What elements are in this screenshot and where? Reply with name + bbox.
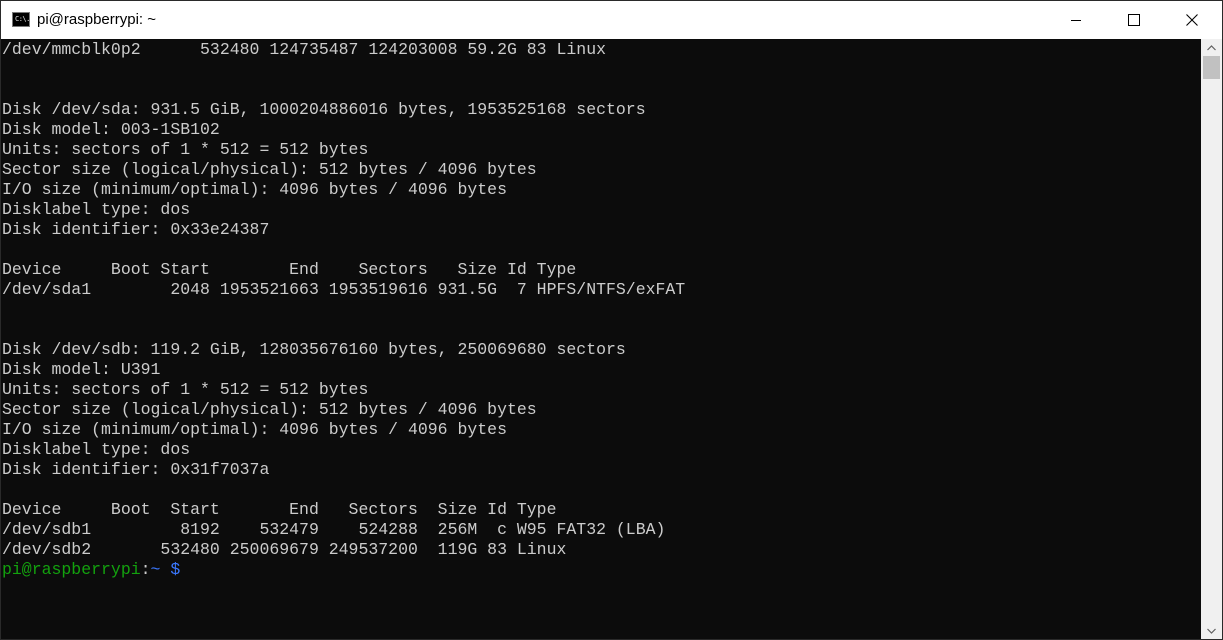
terminal-line: Device Boot Start End Sectors Size Id Ty…	[2, 260, 577, 279]
terminal-line: Units: sectors of 1 * 512 = 512 bytes	[2, 380, 369, 399]
prompt-separator: :	[140, 560, 151, 579]
console-app-icon-glyph: C:\.	[15, 15, 30, 23]
terminal-window: C:\. pi@raspberrypi: ~ /dev/mmcblk0p2 53…	[0, 0, 1223, 640]
terminal-line: I/O size (minimum/optimal): 4096 bytes /…	[2, 180, 507, 199]
terminal-output-area[interactable]: /dev/mmcblk0p2 532480 124735487 12420300…	[1, 39, 1201, 639]
terminal-line: Disklabel type: dos	[2, 200, 191, 219]
close-icon	[1186, 14, 1198, 26]
terminal-line: /dev/sdb1 8192 532479 524288 256M c W95 …	[2, 520, 666, 539]
window-title: pi@raspberrypi: ~	[37, 11, 157, 28]
scroll-track[interactable]	[1201, 56, 1222, 622]
minimize-icon	[1071, 20, 1081, 21]
terminal-line: Disk /dev/sdb: 119.2 GiB, 128035676160 b…	[2, 340, 626, 359]
terminal-line: I/O size (minimum/optimal): 4096 bytes /…	[2, 420, 507, 439]
terminal-line: Disklabel type: dos	[2, 440, 191, 459]
terminal-lines: /dev/mmcblk0p2 532480 124735487 12420300…	[2, 40, 685, 580]
prompt-gap	[160, 560, 170, 579]
maximize-icon	[1128, 14, 1140, 26]
close-button[interactable]	[1163, 1, 1221, 39]
prompt-user-host: pi@raspberrypi	[2, 560, 141, 579]
terminal-line: Device Boot Start End Sectors Size Id Ty…	[2, 500, 557, 519]
minimize-button[interactable]	[1047, 1, 1105, 39]
terminal-line: Disk model: 003-1SB102	[2, 120, 220, 139]
prompt-symbol: $	[170, 560, 181, 579]
scroll-thumb[interactable]	[1203, 56, 1220, 79]
terminal-line: /dev/mmcblk0p2 532480 124735487 12420300…	[2, 40, 606, 59]
scroll-down-button[interactable]	[1201, 622, 1222, 639]
scroll-up-arrow-icon	[1207, 44, 1216, 50]
console-app-icon[interactable]: C:\.	[12, 12, 30, 27]
scroll-up-button[interactable]	[1201, 39, 1222, 56]
terminal-line: Sector size (logical/physical): 512 byte…	[2, 160, 537, 179]
maximize-button[interactable]	[1105, 1, 1163, 39]
terminal-line: Disk model: U391	[2, 360, 161, 379]
terminal-line: Disk identifier: 0x31f7037a	[2, 460, 270, 479]
terminal-line: Sector size (logical/physical): 512 byte…	[2, 400, 537, 419]
title-bar[interactable]: C:\. pi@raspberrypi: ~	[1, 1, 1222, 39]
prompt-path: ~	[150, 560, 161, 579]
terminal-line: /dev/sdb2 532480 250069679 249537200 119…	[2, 540, 567, 559]
vertical-scrollbar[interactable]	[1201, 39, 1222, 639]
terminal-line: Disk /dev/sda: 931.5 GiB, 1000204886016 …	[2, 100, 646, 119]
terminal-line: Units: sectors of 1 * 512 = 512 bytes	[2, 140, 369, 159]
prompt-line: pi@raspberrypi:~ $	[2, 560, 685, 580]
scroll-down-arrow-icon	[1207, 628, 1216, 634]
terminal-line: Disk identifier: 0x33e24387	[2, 220, 270, 239]
terminal-line: /dev/sda1 2048 1953521663 1953519616 931…	[2, 280, 686, 299]
